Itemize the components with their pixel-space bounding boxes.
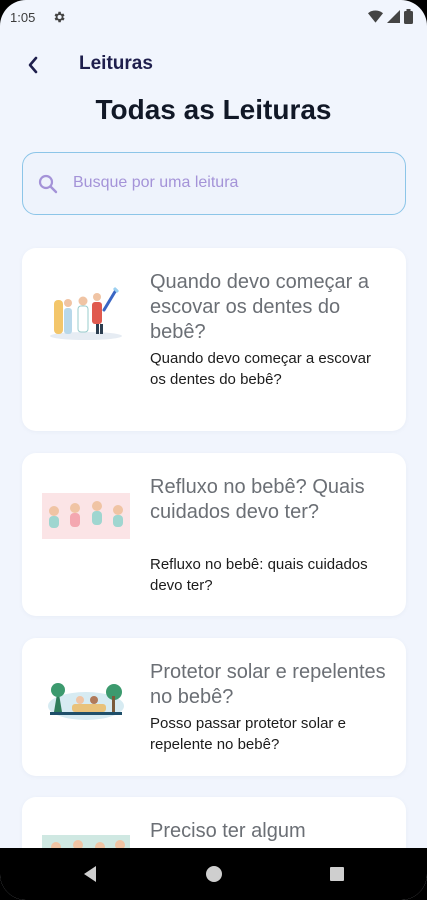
article-title: Refluxo no bebê? Quais cuidados devo ter…	[150, 476, 365, 523]
nav-recents-button[interactable]	[307, 848, 367, 900]
toothbrush-family-illustration	[50, 286, 122, 340]
search-icon	[38, 174, 58, 194]
search-box[interactable]	[22, 152, 406, 215]
nav-recents-icon	[330, 867, 344, 881]
nav-home-icon	[206, 866, 222, 882]
page-title: Todas as Leituras	[95, 94, 332, 125]
article-title: Quando devo começar a escovar os dentes …	[150, 271, 370, 343]
nav-home-button[interactable]	[184, 848, 244, 900]
nav-back-button[interactable]	[60, 848, 120, 900]
article-subtitle: Quando devo começar a escovar os dentes …	[150, 350, 371, 388]
chevron-left-icon	[28, 56, 38, 74]
navigation-bar	[0, 848, 427, 900]
beach-family-illustration	[48, 683, 124, 720]
article-subtitle: Posso passar protetor solar e repelente …	[150, 715, 346, 753]
wifi-icon	[368, 10, 383, 23]
battery-icon	[404, 9, 413, 24]
nav-back-icon	[84, 866, 96, 882]
status-icons	[368, 9, 413, 24]
app-screen: 1:05 Leituras Todas as Leituras Busque p…	[0, 0, 427, 900]
article-card[interactable]: Protetor solar e repelentes no bebê? Pos…	[22, 638, 406, 776]
status-time: 1:05	[10, 10, 36, 25]
article-title: Preciso ter algum	[150, 820, 306, 842]
back-button[interactable]	[20, 52, 46, 78]
article-card[interactable]: Refluxo no bebê? Quais cuidados devo ter…	[22, 453, 406, 616]
signal-icon	[387, 10, 400, 23]
search-input[interactable]	[73, 153, 393, 213]
gear-icon	[54, 11, 65, 23]
babies-illustration	[42, 493, 130, 539]
article-card[interactable]: Quando devo começar a escovar os dentes …	[22, 248, 406, 431]
status-bar: 1:05	[0, 0, 427, 36]
header-title: Leituras	[79, 53, 153, 74]
article-title: Protetor solar e repelentes no bebê?	[150, 661, 386, 708]
article-subtitle: Refluxo no bebê: quais cuidados devo ter…	[150, 556, 368, 594]
